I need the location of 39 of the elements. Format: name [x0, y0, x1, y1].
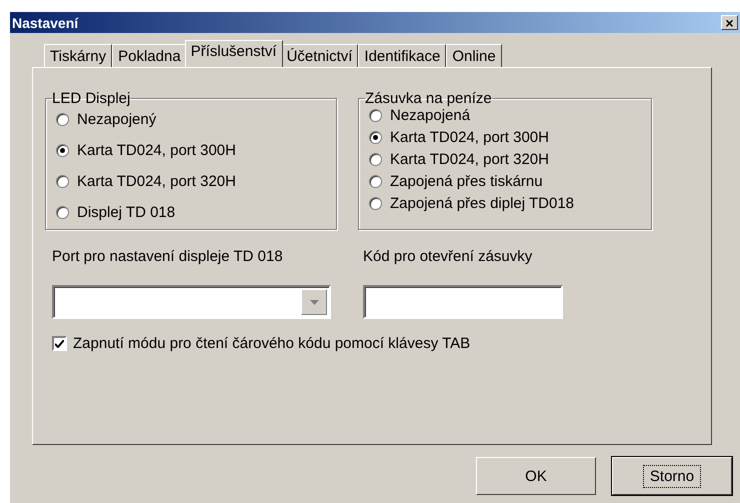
radio-label: Karta TD024, port 320H: [77, 173, 236, 190]
tab[interactable]: Identifikace: [358, 44, 446, 67]
dropdown-field[interactable]: [52, 285, 331, 319]
checkmark-icon: [55, 340, 64, 348]
tab[interactable]: Účetnictví: [280, 44, 358, 67]
radio-button[interactable]: [369, 153, 382, 166]
radio-label: Karta TD024, port 320H: [390, 151, 549, 168]
dialog-button[interactable]: OK: [476, 457, 596, 495]
radio-label: Nezapojený: [77, 111, 156, 128]
input-field[interactable]: [363, 285, 563, 319]
field-label: Port pro nastavení displeje TD 018: [52, 248, 284, 265]
radio-button[interactable]: [56, 175, 69, 188]
radio-button[interactable]: [56, 113, 69, 126]
group-title: Zásuvka na peníze: [365, 90, 492, 107]
checkbox-label: Zapnutí módu pro čtení čárového kódu pomocí klávesy TAB: [73, 335, 470, 352]
tab[interactable]: Tiskárny: [44, 44, 112, 67]
dropdown-button[interactable]: [301, 289, 327, 315]
caret-icon: [310, 300, 318, 304]
radio-label: Displej TD 018: [77, 204, 176, 221]
radio-label: Karta TD024, port 300H: [390, 129, 549, 146]
checkbox[interactable]: [52, 336, 67, 351]
close-button[interactable]: ×: [721, 15, 738, 30]
radio-button[interactable]: [369, 131, 382, 144]
radio-button[interactable]: [56, 144, 69, 157]
radio-button[interactable]: [369, 197, 382, 210]
radio-button[interactable]: [369, 109, 382, 122]
field-label: Kód pro otevření zásuvky: [363, 248, 534, 265]
radio-label: Zapojená přes tiskárnu: [390, 173, 543, 190]
tab[interactable]: Příslušenství: [184, 40, 283, 67]
window-title: Nastavení: [12, 14, 78, 30]
tab[interactable]: Online: [446, 44, 502, 67]
radio-label: Zapojená přes diplej TD018: [390, 195, 574, 212]
tab[interactable]: Pokladna: [112, 44, 187, 67]
dialog-button[interactable]: Storno: [612, 457, 732, 495]
radio-label: Karta TD024, port 300H: [77, 142, 236, 159]
radio-label: Nezapojená: [390, 107, 470, 124]
radio-button[interactable]: [369, 175, 382, 188]
radio-button[interactable]: [56, 206, 69, 219]
group-title: LED Displej: [52, 90, 130, 107]
